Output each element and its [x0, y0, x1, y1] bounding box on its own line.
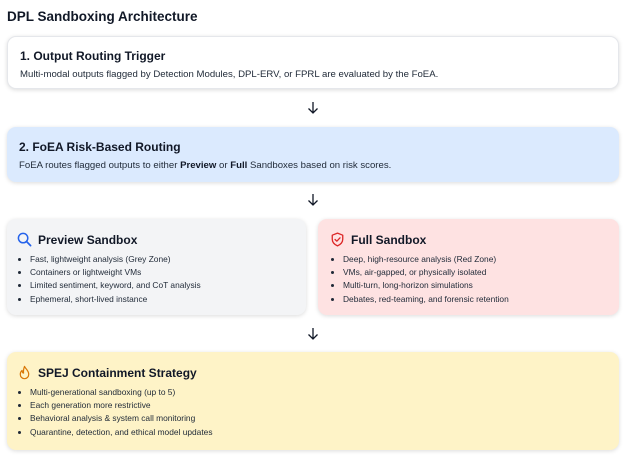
step2-text-c: Sandboxes based on risk scores. [247, 160, 392, 171]
page-title: DPL Sandboxing Architecture [7, 9, 198, 24]
list-item: Multi-generational sandboxing (up to 5) [30, 387, 609, 398]
preview-sandbox-card: Preview Sandbox Fast, lightweight analys… [7, 219, 306, 315]
shield-icon [331, 232, 344, 247]
step2-text-b: or [216, 160, 231, 171]
list-item: Behavioral analysis & system call monito… [30, 413, 609, 424]
arrow-down-icon [308, 328, 318, 340]
preview-list: Fast, lightweight analysis (Grey Zone) C… [17, 254, 296, 305]
full-heading: Full Sandbox [351, 232, 427, 247]
step2-card: 2. FoEA Risk-Based Routing FoEA routes f… [7, 127, 619, 182]
spej-list: Multi-generational sandboxing (up to 5) … [17, 387, 609, 438]
list-item: Ephemeral, short-lived instance [30, 294, 296, 305]
flame-icon [19, 365, 30, 380]
step2-bold-full: Full [230, 160, 248, 171]
preview-heading: Preview Sandbox [38, 232, 138, 247]
list-item: Deep, high-resource analysis (Red Zone) [343, 254, 607, 265]
step1-card: 1. Output Routing Trigger Multi-modal ou… [7, 36, 619, 89]
list-item: Containers or lightweight VMs [30, 267, 296, 278]
full-list: Deep, high-resource analysis (Red Zone) … [330, 254, 607, 305]
step1-text: Multi-modal outputs flagged by Detection… [20, 69, 439, 80]
full-sandbox-card: Full Sandbox Deep, high-resource analysi… [318, 219, 619, 315]
list-item: Debates, red-teaming, and forensic reten… [343, 294, 607, 305]
list-item: Multi-turn, long-horizon simulations [343, 280, 607, 291]
list-item: VMs, air-gapped, or physically isolated [343, 267, 607, 278]
spej-heading: SPEJ Containment Strategy [38, 365, 197, 380]
list-item: Limited sentiment, keyword, and CoT anal… [30, 280, 296, 291]
arrow-down-icon [308, 194, 318, 206]
step2-bold-preview: Preview [180, 160, 217, 171]
step2-heading: 2. FoEA Risk-Based Routing [19, 140, 181, 154]
magnifier-icon [17, 232, 32, 247]
list-item: Fast, lightweight analysis (Grey Zone) [30, 254, 296, 265]
step2-text: FoEA routes flagged outputs to either Pr… [19, 160, 607, 171]
step2-text-a: FoEA routes flagged outputs to either [19, 160, 181, 171]
arrow-down-icon [308, 102, 318, 114]
list-item: Each generation more restrictive [30, 400, 609, 411]
spej-card: SPEJ Containment Strategy Multi-generati… [7, 352, 619, 450]
step1-heading: 1. Output Routing Trigger [20, 49, 166, 63]
list-item: Quarantine, detection, and ethical model… [30, 427, 609, 438]
